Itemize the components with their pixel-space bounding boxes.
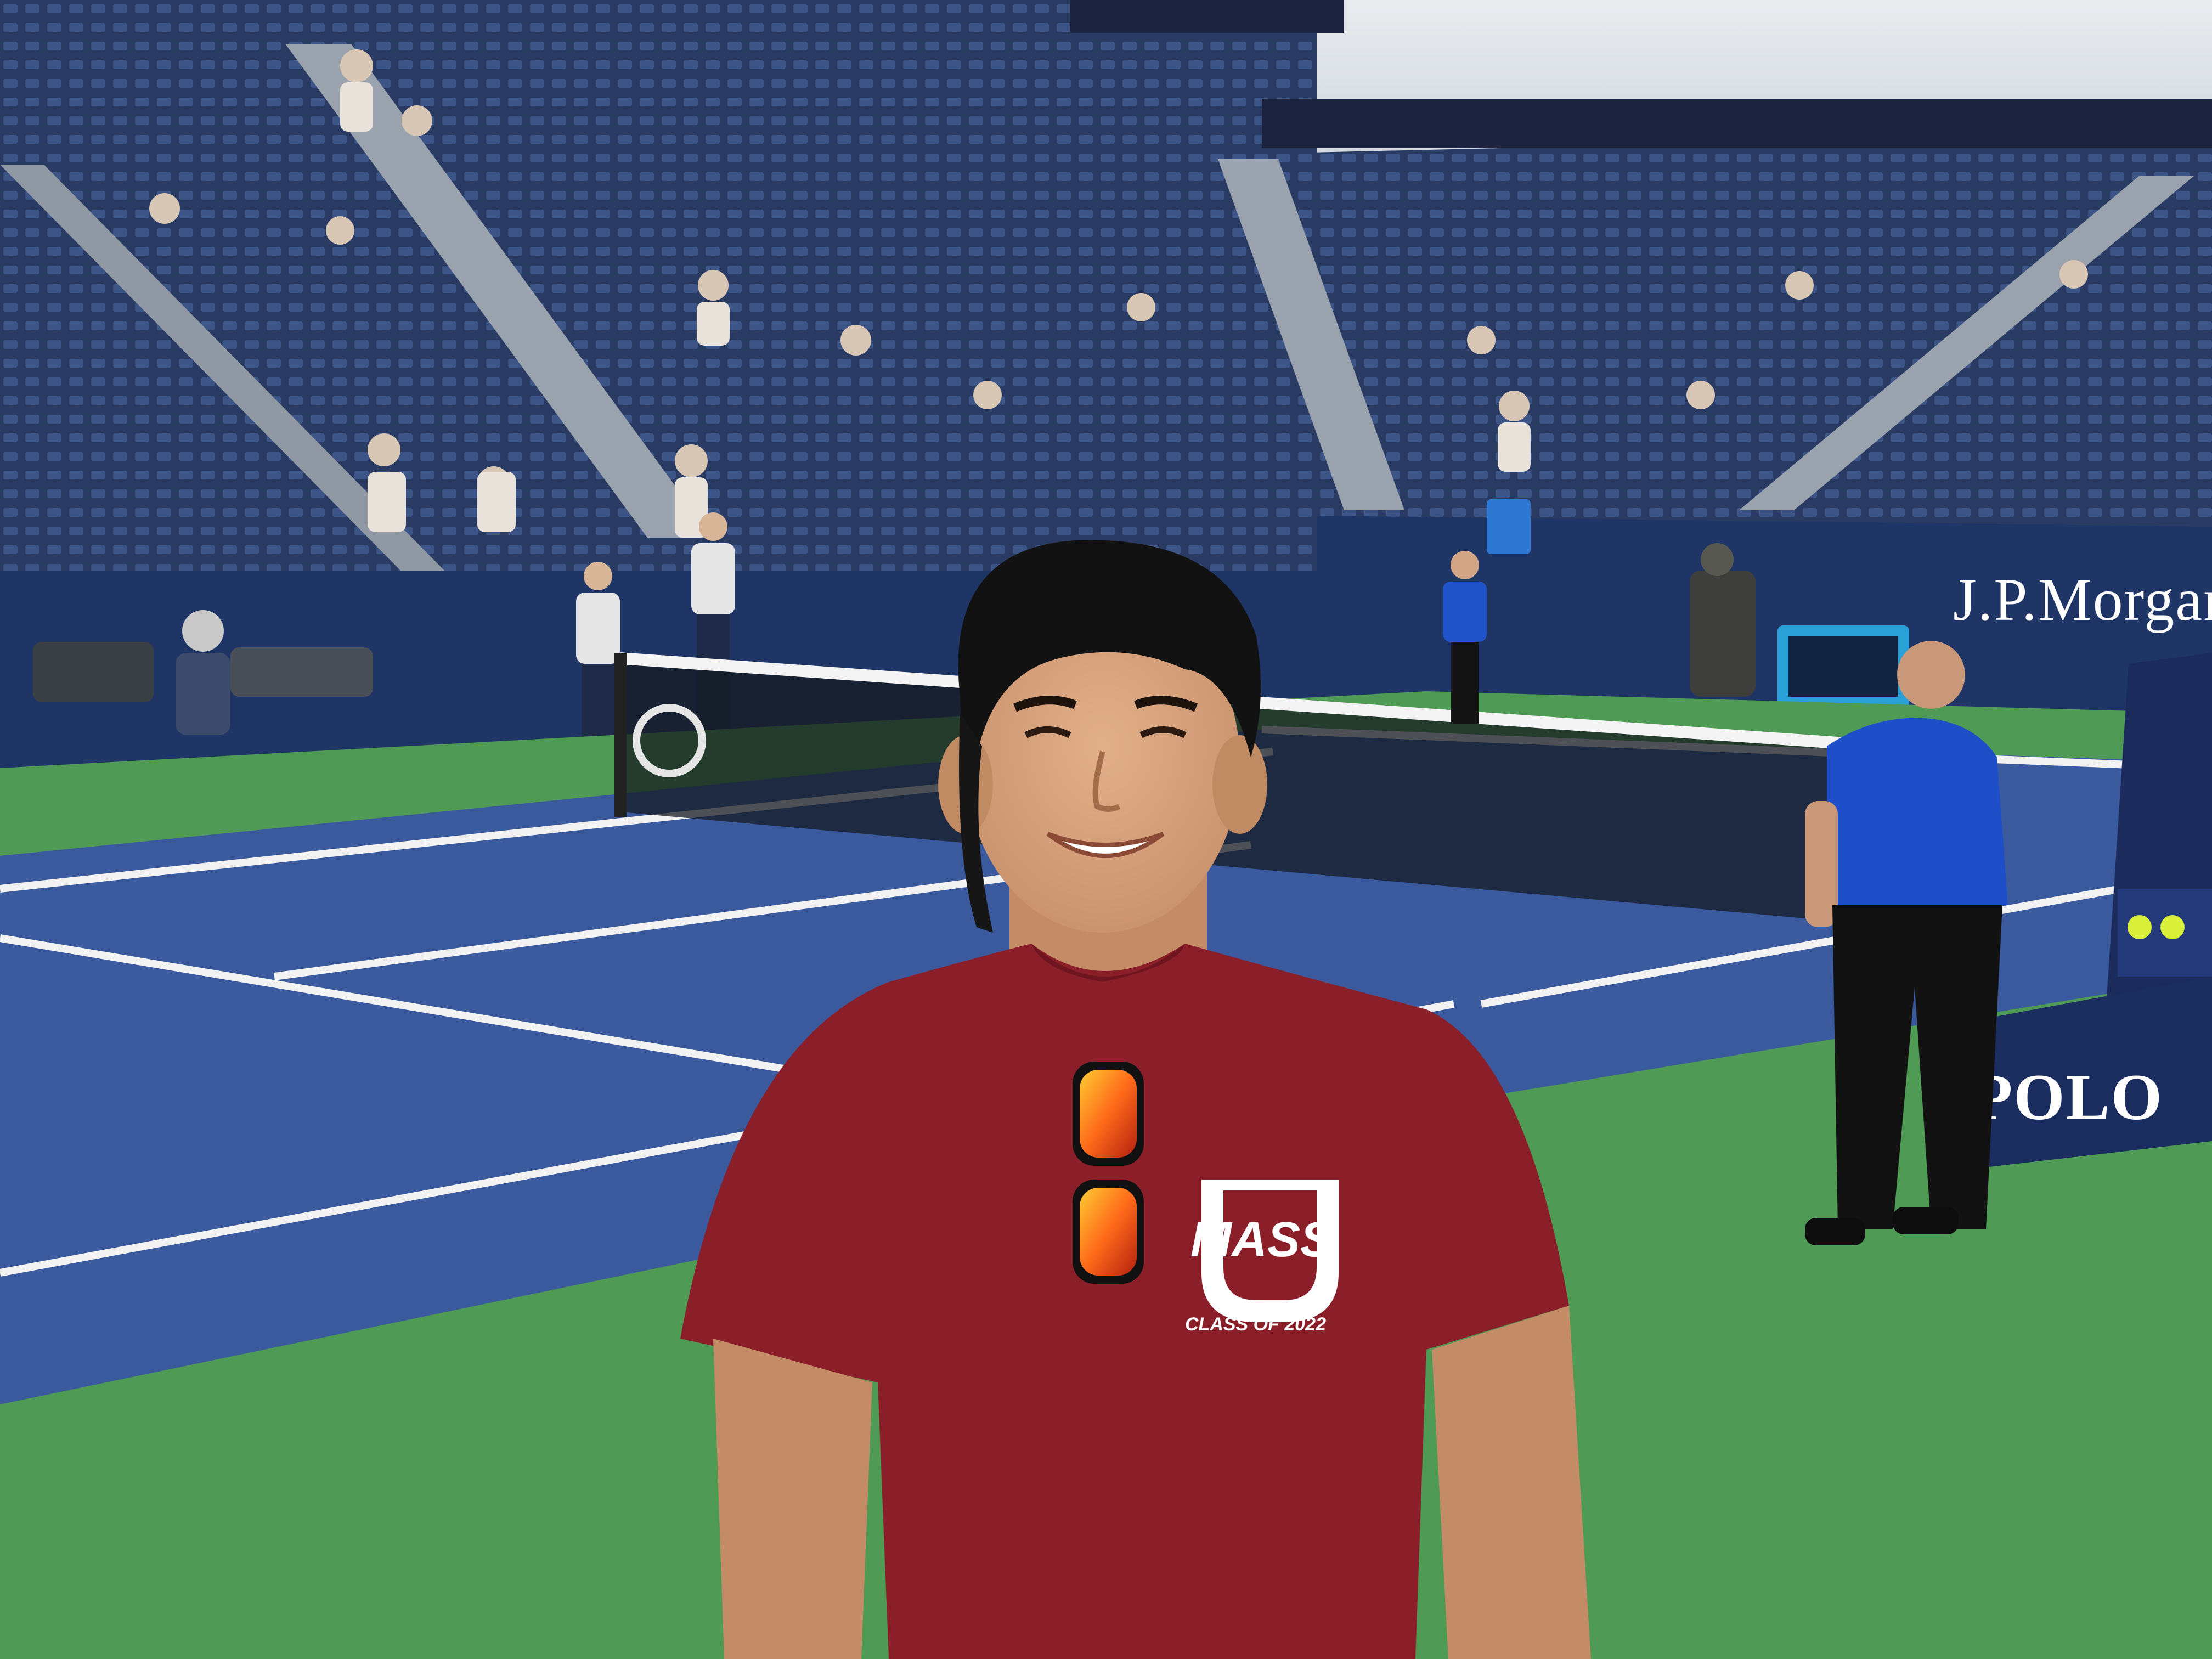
shirt-caption: CLASS OF 2022 [1185,1314,1326,1335]
polo-sign: POLO [1972,1060,2163,1133]
jp-morgan-sign: J.P.Morgan [1953,566,2212,633]
shirt-logo-text: MASS [1190,1212,1333,1267]
tennis-stadium-photo: POLO J.P.Morgan MASS CLASS OF 2022 [0,0,2212,1659]
